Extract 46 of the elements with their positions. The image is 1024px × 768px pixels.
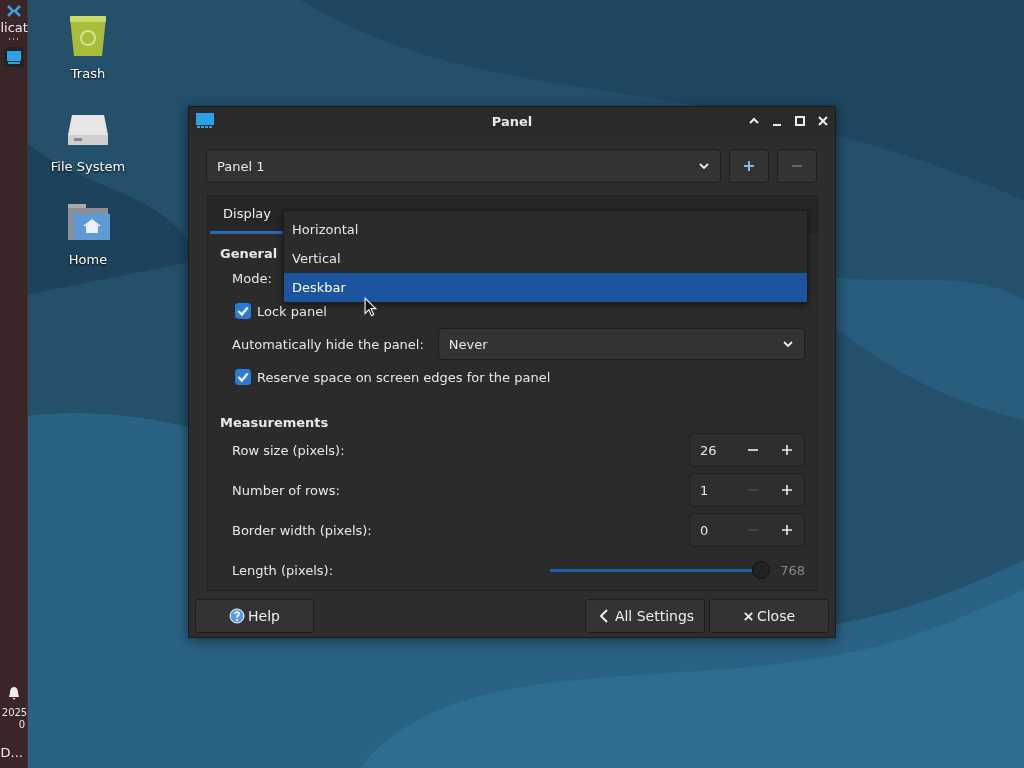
spin-field[interactable]: 26 (689, 433, 805, 467)
menu-item[interactable]: Horizontal (284, 215, 807, 244)
plus-icon[interactable] (781, 484, 793, 496)
add-panel-button[interactable] (729, 149, 769, 183)
app-menu-label[interactable]: licat (0, 20, 29, 35)
plus-icon (743, 160, 755, 172)
spinner-label: Row size (pixels): (232, 442, 345, 458)
spin-field[interactable]: 0 (689, 513, 805, 547)
checkbox-label[interactable]: Lock panel (257, 303, 327, 319)
desktop-icon-label[interactable]: Home (68, 252, 108, 267)
spinner-label: Number of rows: (232, 482, 340, 498)
close-icon (742, 610, 754, 622)
section-heading: General (220, 246, 278, 261)
help-button[interactable]: Help (195, 599, 314, 633)
desktop-icon-label[interactable]: Trash (70, 66, 106, 81)
panel-window-icon (195, 111, 215, 131)
task-label[interactable]: D... (0, 745, 29, 760)
menu-item[interactable]: Deskbar (284, 273, 807, 302)
close-icon[interactable] (817, 115, 829, 127)
section-heading: Measurements (220, 415, 329, 430)
checkbox-label[interactable]: Reserve space on screen edges for the panel (257, 369, 551, 385)
help-icon (229, 608, 246, 624)
clock-time[interactable]: 0 (18, 719, 25, 731)
spin-field[interactable]: 1 (689, 473, 805, 507)
all-settings-button[interactable]: All Settings (585, 599, 705, 633)
desktop-icon-label[interactable]: File System (50, 159, 126, 174)
plus-icon[interactable] (781, 444, 793, 456)
menu-item[interactable]: Vertical (284, 244, 807, 273)
checkbox[interactable] (235, 369, 251, 385)
mode-label: Mode: (232, 270, 272, 286)
window-title: Panel (491, 113, 533, 129)
clock-date[interactable]: 2025 (1, 707, 28, 719)
autohide-dropdown[interactable]: Never (437, 328, 805, 360)
autohide-label: Automatically hide the panel: (232, 336, 424, 352)
checkbox[interactable] (235, 303, 251, 319)
close-button[interactable]: Close (709, 599, 829, 633)
chevron-down-icon (782, 338, 794, 350)
slider-value: 768 (780, 562, 805, 578)
length-label: Length (pixels): (232, 562, 334, 578)
panel-window-icon[interactable] (3, 47, 24, 67)
panel-dropdown[interactable]: Panel 1 (206, 149, 721, 183)
slider-handle[interactable] (752, 561, 771, 579)
plus-icon[interactable] (781, 524, 793, 536)
spinner-label: Border width (pixels): (232, 522, 372, 538)
maximize-icon[interactable] (794, 115, 806, 127)
chevron-down-icon (698, 160, 710, 172)
